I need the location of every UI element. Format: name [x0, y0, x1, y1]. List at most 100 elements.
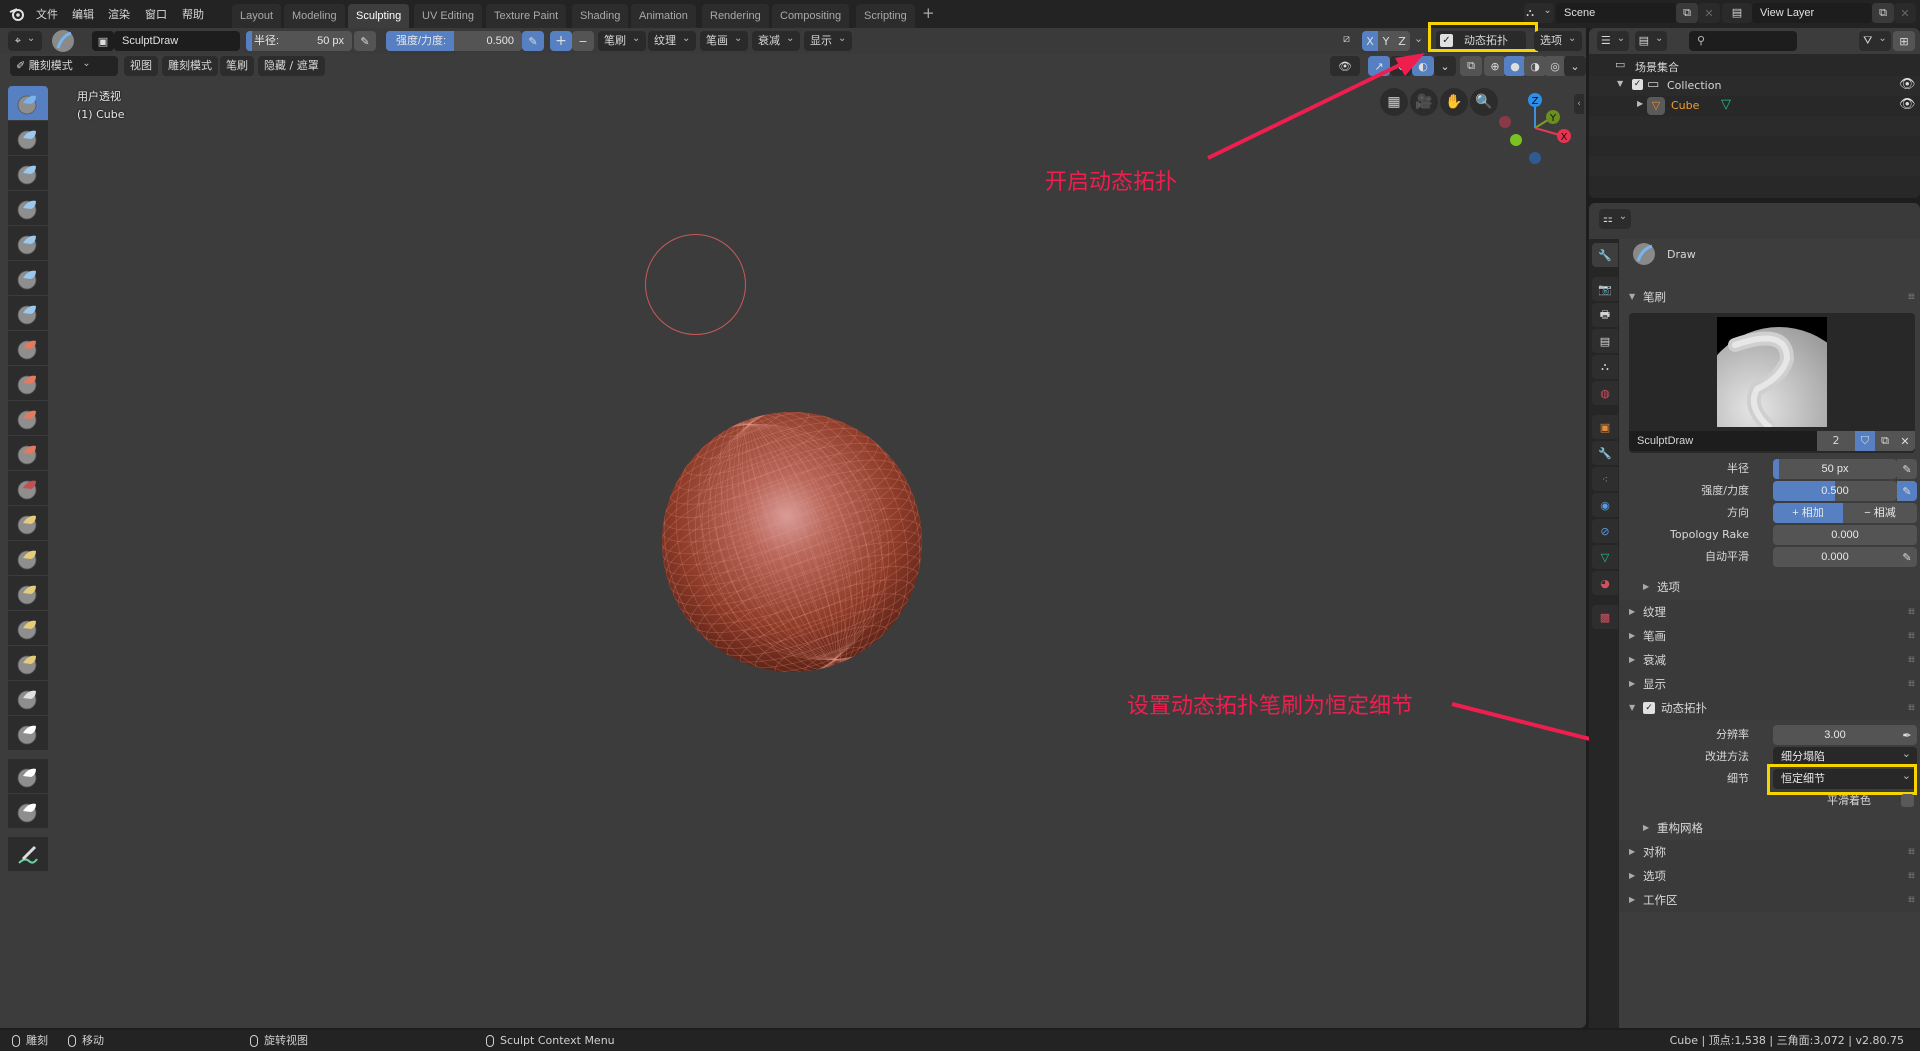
material-shading-icon[interactable]: ◑ [1524, 56, 1546, 76]
tab-uv-editing[interactable]: UV Editing [414, 4, 482, 28]
tab-rendering[interactable]: Rendering [702, 4, 769, 28]
collection-checkbox[interactable]: ✓ [1632, 79, 1643, 90]
view-menu[interactable]: 视图 [124, 56, 158, 76]
texture-menu[interactable]: 纹理 [648, 31, 697, 51]
tool-inflate[interactable] [8, 226, 48, 260]
tool-mask[interactable] [8, 716, 48, 750]
sculpt-menu[interactable]: 雕刻模式 [162, 56, 218, 76]
menu-window[interactable]: 窗口 [145, 6, 167, 22]
radius-pressure-toggle-icon[interactable]: ✎ [1897, 459, 1917, 479]
direction-subtract-toggle[interactable]: − 相减 [1843, 503, 1917, 523]
drag-grip-icon[interactable]: ⁞⁞⁞⁞ [1908, 840, 1915, 864]
symmetry-x-toggle[interactable]: X [1362, 31, 1378, 51]
drag-grip-icon[interactable]: ⁞⁞⁞⁞ [1908, 285, 1915, 309]
mesh-data-icon[interactable]: ▽ [1721, 97, 1731, 112]
tool-scrape[interactable] [8, 436, 48, 470]
hide-mask-menu[interactable]: 隐藏 / 遮罩 [258, 56, 325, 76]
dyntopo-panel-header[interactable]: ▼ ✓ 动态拓扑 ⁞⁞⁞⁞ [1619, 696, 1920, 720]
radius-slider[interactable]: 半径: 50 px [246, 31, 352, 51]
properties-editor-type[interactable]: ⚏ [1599, 209, 1631, 229]
unlink-brush-icon[interactable]: ✕ [1895, 431, 1915, 451]
drag-grip-icon[interactable]: ⁞⁞⁞⁞ [1908, 624, 1915, 648]
mode-selector[interactable]: ✐ 雕刻模式 [10, 56, 118, 76]
tool-smooth[interactable] [8, 331, 48, 365]
falloff-panel-header[interactable]: ▶ 衰减 ⁞⁞⁞⁞ [1619, 648, 1920, 672]
tab-modifiers-icon[interactable]: 🔧 [1592, 441, 1618, 465]
tab-material-icon[interactable]: ◕ [1592, 571, 1618, 595]
view-layer-copy-icon[interactable]: ⧉ [1872, 3, 1894, 23]
display-mode-button[interactable]: ▤ [1635, 31, 1667, 51]
direction-add-button[interactable]: + [550, 31, 572, 51]
outliner-editor-type[interactable]: ☰ [1597, 31, 1629, 51]
tab-scripting[interactable]: Scripting [856, 4, 915, 28]
texture-panel-header[interactable]: ▶ 纹理 ⁞⁞⁞⁞ [1619, 600, 1920, 624]
falloff-menu[interactable]: 衰减 [752, 31, 801, 51]
symmetry-dropdown-icon[interactable]: ⌄ [1414, 32, 1423, 45]
tab-world-icon[interactable]: ◍ [1592, 381, 1618, 405]
view-layer-field[interactable]: View Layer [1752, 3, 1872, 23]
drag-grip-icon[interactable]: ⁞⁞⁞⁞ [1908, 696, 1915, 720]
brush-preview-area[interactable]: SculptDraw 2 ⛉ ⧉ ✕ [1629, 313, 1915, 453]
direction-subtract-button[interactable]: − [572, 31, 594, 51]
smooth-shading-checkbox[interactable] [1901, 794, 1914, 807]
tool-crease[interactable] [8, 296, 48, 330]
view-layer-browse-button[interactable]: ▤ [1722, 3, 1752, 23]
tool-grab[interactable] [8, 506, 48, 540]
tool-fill[interactable] [8, 401, 48, 435]
tab-texture-icon[interactable]: ▩ [1592, 605, 1618, 629]
strength-pressure-icon[interactable]: ✎ [522, 31, 544, 51]
symmetry-panel-header[interactable]: ▶ 对称 ⁞⁞⁞⁞ [1619, 840, 1920, 864]
eyedropper-icon[interactable]: ✒ [1897, 725, 1917, 745]
blender-logo-icon[interactable] [8, 5, 26, 23]
outliner-row-cube[interactable]: ▶ ▽ Cube ▽ 👁 [1589, 96, 1920, 116]
outliner-search-input[interactable]: ⚲ [1689, 31, 1797, 51]
tool-blob[interactable] [8, 261, 48, 295]
tool-box-hide[interactable] [8, 794, 48, 828]
tab-mesh-data-icon[interactable]: ▽ [1592, 545, 1618, 569]
overlay-toggle-icon[interactable]: ◐ [1412, 56, 1434, 76]
editor-type-button[interactable]: ⌖ [8, 31, 42, 51]
gizmo-neg-x[interactable] [1499, 116, 1511, 128]
options-panel-header[interactable]: ▶ 选项 ⁞⁞⁞⁞ [1619, 864, 1920, 888]
duplicate-brush-icon[interactable]: ⧉ [1875, 431, 1895, 451]
menu-help[interactable]: 帮助 [182, 6, 204, 22]
scene-name-field[interactable]: Scene [1556, 3, 1676, 23]
navigation-gizmo[interactable]: Z Y X [1492, 88, 1574, 170]
brush-datablock-name[interactable]: SculptDraw [1629, 431, 1817, 451]
xray-toggle-icon[interactable]: ⧉ [1460, 56, 1482, 76]
drag-grip-icon[interactable]: ⁞⁞⁞⁞ [1908, 672, 1915, 696]
tab-render-icon[interactable]: 📷 [1592, 277, 1618, 301]
brush-users-count[interactable]: 2 [1817, 431, 1855, 451]
stroke-panel-header[interactable]: ▶ 笔画 ⁞⁞⁞⁞ [1619, 624, 1920, 648]
shading-dropdown-icon[interactable]: ⌄ [1564, 56, 1586, 76]
tab-shading[interactable]: Shading [572, 4, 629, 28]
sidebar-toggle-icon[interactable]: ‹ [1574, 94, 1584, 114]
display-panel-header[interactable]: ▶ 显示 ⁞⁞⁞⁞ [1619, 672, 1920, 696]
tab-particles-icon[interactable]: ⁖ [1592, 467, 1618, 491]
scene-close-icon[interactable]: ✕ [1698, 3, 1720, 23]
strength-slider[interactable]: 强度/力度: 0.500 [386, 31, 522, 51]
menu-edit[interactable]: 编辑 [72, 6, 94, 22]
direction-add-toggle[interactable]: + 相加 [1773, 503, 1843, 523]
drag-grip-icon[interactable]: ⁞⁞⁞⁞ [1908, 648, 1915, 672]
tool-rotate[interactable] [8, 646, 48, 680]
tab-active-tool-icon[interactable]: 🔧 [1592, 243, 1618, 267]
brush-name-field[interactable]: SculptDraw [114, 31, 240, 51]
brush-datablock-icon[interactable]: ▣ [92, 31, 114, 51]
dyntopo-panel-checkbox[interactable]: ✓ [1643, 702, 1655, 714]
radius-pressure-icon[interactable]: ✎ [354, 31, 376, 51]
tool-draw[interactable] [8, 86, 48, 120]
tab-texture-paint[interactable]: Texture Paint [486, 4, 567, 28]
overlay-dropdown-icon[interactable]: ⌄ [1434, 56, 1456, 76]
outliner-row-scene-collection[interactable]: ▭ 场景集合 [1589, 56, 1920, 76]
tool-box-mask[interactable] [8, 759, 48, 793]
collection-visibility-eye-icon[interactable]: 👁 [1899, 77, 1916, 92]
collection-expand-icon[interactable]: ▼ [1617, 79, 1623, 88]
tab-layout[interactable]: Layout [232, 4, 282, 28]
scene-browse-button[interactable]: ⛬ [1524, 3, 1554, 23]
remesh-subpanel[interactable]: ▶ 重构网格 [1619, 816, 1920, 840]
autosmooth-field[interactable]: 0.000 [1773, 547, 1897, 567]
tab-view-layer-icon[interactable]: ▤ [1592, 329, 1618, 353]
gizmo-dropdown-icon[interactable]: ⌄ [1390, 56, 1412, 76]
pan-hand-icon[interactable]: ✋ [1440, 88, 1468, 116]
